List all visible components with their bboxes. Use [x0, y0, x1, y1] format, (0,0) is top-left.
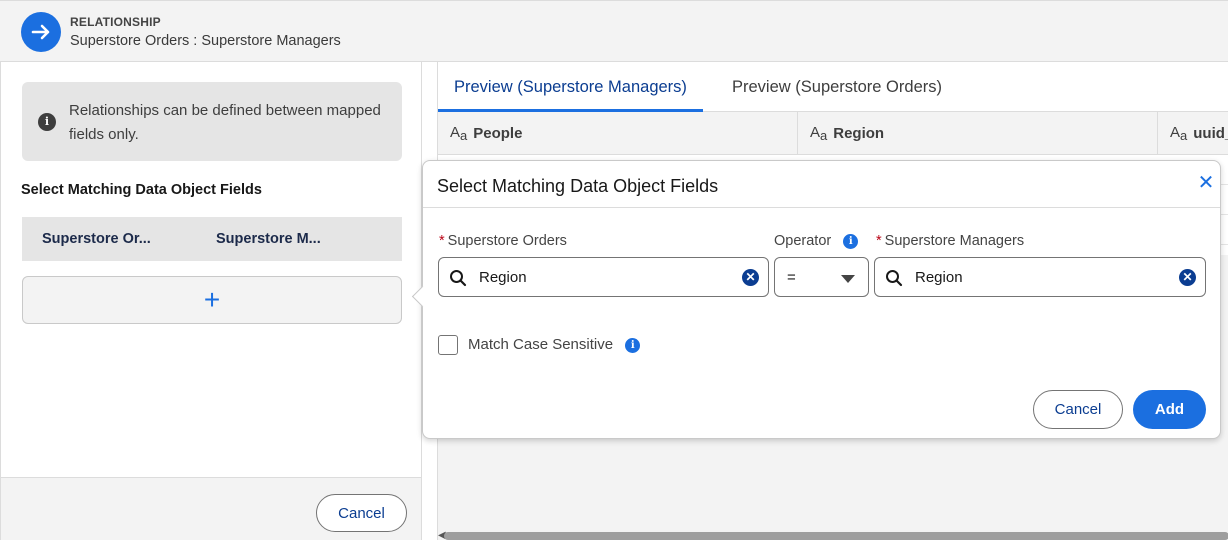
left-footer: Cancel: [1, 477, 421, 540]
add-mapping-button[interactable]: +: [22, 276, 402, 324]
tab-preview-orders[interactable]: Preview (Superstore Orders): [716, 78, 958, 112]
operator-label: Operator i: [774, 233, 859, 249]
right-field-label: * Superstore Managers: [876, 233, 1024, 249]
header-eyebrow: RELATIONSHIP: [70, 15, 161, 29]
operator-select[interactable]: =: [774, 257, 869, 297]
header-title: Superstore Orders : Superstore Managers: [70, 33, 341, 49]
cancel-button[interactable]: Cancel: [316, 494, 407, 532]
required-marker: *: [876, 233, 882, 249]
column-header-people[interactable]: Aa People: [438, 112, 798, 155]
dialog-title: Select Matching Data Object Fields: [437, 176, 719, 196]
left-field-label-text: Superstore Orders: [447, 233, 567, 249]
info-notice: i Relationships can be defined between m…: [22, 82, 402, 161]
section-title: Select Matching Data Object Fields: [21, 182, 262, 198]
search-value: Region: [915, 269, 963, 286]
dialog-divider: [423, 207, 1220, 208]
text-type-icon: Aa: [450, 124, 468, 143]
chevron-down-icon: [841, 275, 855, 283]
plus-icon: +: [203, 284, 221, 315]
info-icon: i: [38, 113, 56, 131]
operator-value: =: [787, 269, 796, 286]
match-case-checkbox[interactable]: [438, 335, 458, 355]
info-text: Relationships can be defined between map…: [69, 102, 381, 143]
operator-label-text: Operator: [774, 233, 832, 249]
tab-preview-managers[interactable]: Preview (Superstore Managers): [438, 78, 703, 112]
horizontal-scrollbar[interactable]: [444, 532, 1228, 540]
superstore-managers-field-input[interactable]: Region ✕: [874, 257, 1206, 297]
search-icon: [449, 269, 467, 292]
column-header-region[interactable]: Aa Region: [798, 112, 1158, 155]
column-label: Region: [833, 125, 885, 142]
close-icon[interactable]: ✕: [1196, 173, 1216, 193]
text-type-icon: Aa: [1170, 124, 1188, 143]
relationship-header: RELATIONSHIP Superstore Orders : Superst…: [0, 0, 1228, 62]
superstore-orders-field-input[interactable]: Region ✕: [438, 257, 769, 297]
arrow-right-icon: [21, 12, 61, 52]
grid-header: Aa People Aa Region Aa uuid_: [438, 112, 1228, 155]
column-header-uuid[interactable]: Aa uuid_: [1158, 112, 1228, 155]
clear-icon[interactable]: ✕: [742, 269, 759, 286]
operator-info-icon[interactable]: i: [843, 234, 859, 249]
dialog-cancel-button[interactable]: Cancel: [1033, 390, 1123, 429]
clear-icon[interactable]: ✕: [1179, 269, 1196, 286]
text-type-icon: Aa: [810, 124, 828, 143]
match-case-info-icon[interactable]: i: [625, 338, 641, 353]
match-case-label-text: Match Case Sensitive: [468, 336, 614, 353]
required-marker: *: [439, 233, 445, 249]
dialog-add-button[interactable]: Add: [1133, 390, 1206, 429]
left-panel: i Relationships can be defined between m…: [0, 62, 422, 540]
match-case-label: Match Case Sensitive i: [468, 336, 641, 353]
column-label: uuid_: [1193, 125, 1228, 142]
mapping-table-header: Superstore Or... Superstore M...: [22, 217, 402, 261]
right-field-label-text: Superstore Managers: [884, 233, 1025, 249]
mapping-column-source: Superstore Or...: [42, 231, 151, 247]
mapping-column-target: Superstore M...: [216, 231, 321, 247]
preview-tabs: Preview (Superstore Managers) Preview (S…: [438, 62, 1228, 112]
column-label: People: [473, 125, 523, 142]
match-fields-dialog: Select Matching Data Object Fields ✕ * Su…: [411, 160, 1221, 439]
left-field-label: * Superstore Orders: [439, 233, 567, 249]
search-icon: [885, 269, 903, 292]
search-value: Region: [479, 269, 527, 286]
